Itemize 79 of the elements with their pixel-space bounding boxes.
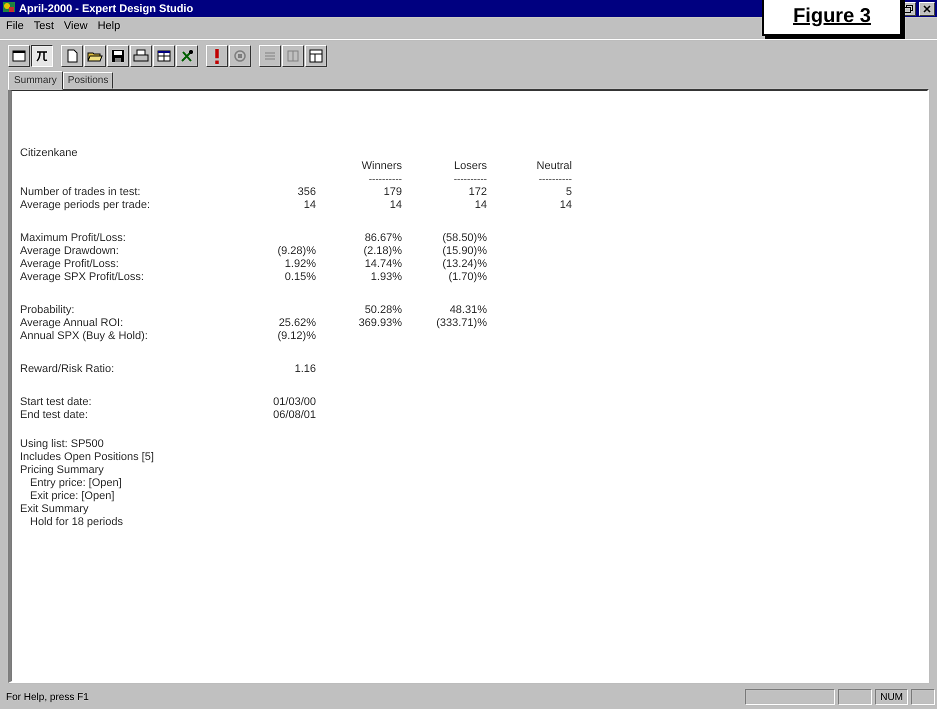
value-cell: 14 bbox=[390, 199, 402, 211]
row-label: Maximum Profit/Loss: bbox=[20, 232, 127, 245]
tools-icon bbox=[179, 48, 195, 64]
value-cell: 179 bbox=[384, 186, 402, 198]
status-indicator: NUM bbox=[875, 689, 908, 705]
value-cell: (9.12)% bbox=[277, 330, 316, 342]
note-line: Exit Summary bbox=[20, 503, 90, 516]
value-cell: (1.70)% bbox=[448, 271, 487, 283]
row-label: End test date: bbox=[20, 409, 89, 422]
row-label: Average Annual ROI: bbox=[20, 317, 124, 330]
grid-icon bbox=[285, 48, 301, 64]
value-cell: 369.93% bbox=[358, 317, 402, 329]
row-label: Number of trades in test: bbox=[20, 186, 142, 199]
window-panes-icon bbox=[156, 48, 172, 64]
note-line: Hold for 18 periods bbox=[29, 516, 124, 529]
tab[interactable]: Positions bbox=[62, 72, 114, 89]
value-cell: 172 bbox=[468, 186, 487, 198]
row-label: Average periods per trade: bbox=[20, 199, 152, 212]
value-cell: 1.93% bbox=[370, 271, 402, 283]
row-label: Annual SPX (Buy & Hold): bbox=[20, 330, 149, 343]
close-icon bbox=[923, 4, 931, 12]
value-cell: 1.92% bbox=[284, 258, 316, 270]
report-name: Citizenkane bbox=[20, 147, 78, 160]
window-icon bbox=[11, 48, 27, 64]
value-cell: 0.15% bbox=[284, 271, 316, 283]
note-line: Using list: SP500 bbox=[20, 438, 105, 451]
value-cell: 14 bbox=[474, 199, 487, 211]
window-title: April-2000 - Expert Design Studio bbox=[19, 2, 194, 14]
menu-item[interactable]: File bbox=[6, 20, 24, 34]
note-line: Exit price: [Open] bbox=[29, 490, 116, 503]
status-message: For Help, press F1 bbox=[5, 690, 90, 704]
column-heading: Winners bbox=[360, 160, 402, 173]
status-panel bbox=[911, 689, 935, 705]
value-cell: (333.71)% bbox=[436, 317, 487, 329]
value-cell: 356 bbox=[298, 186, 316, 198]
value-cell: 5 bbox=[566, 186, 572, 198]
value-cell: 86.67% bbox=[364, 232, 402, 244]
column-rule: ---------- bbox=[538, 174, 572, 185]
menu-item[interactable]: View bbox=[64, 20, 88, 34]
row-label: Reward/Risk Ratio: bbox=[20, 363, 116, 376]
value-cell: 48.31% bbox=[450, 304, 487, 316]
stop-icon bbox=[232, 48, 248, 64]
restore-icon bbox=[904, 4, 912, 12]
value-cell: 1.16 bbox=[294, 363, 316, 375]
note-line: Entry price: [Open] bbox=[29, 477, 123, 490]
layout-icon bbox=[308, 48, 324, 64]
value-cell: 14 bbox=[560, 199, 572, 211]
menu-item[interactable]: Test bbox=[34, 20, 54, 34]
value-cell: 25.62% bbox=[278, 317, 316, 329]
value-cell: (13.24)% bbox=[442, 258, 487, 270]
value-cell: 50.28% bbox=[364, 304, 402, 316]
figure-label: Figure 3 bbox=[762, 0, 902, 36]
note-line: Pricing Summary bbox=[20, 464, 105, 477]
value-cell: 01/03/00 bbox=[273, 396, 316, 408]
menu-item[interactable]: Help bbox=[98, 20, 120, 34]
row-label: Average SPX Profit/Loss: bbox=[20, 271, 145, 284]
value-cell: 14.74% bbox=[364, 258, 402, 270]
column-heading: Neutral bbox=[536, 160, 572, 173]
exclamation-icon bbox=[215, 48, 219, 64]
value-cell: (58.50)% bbox=[442, 232, 487, 244]
value-cell: (9.28)% bbox=[277, 245, 316, 257]
toolbar-button[interactable] bbox=[31, 45, 53, 67]
value-cell: 06/08/01 bbox=[273, 409, 316, 421]
printer-icon bbox=[133, 48, 149, 64]
close-button[interactable] bbox=[919, 2, 935, 16]
row-label: Average Drawdown: bbox=[20, 245, 120, 258]
value-cell: (15.90)% bbox=[442, 245, 487, 257]
row-label: Probability: bbox=[20, 304, 76, 317]
tab[interactable]: Summary bbox=[8, 71, 63, 90]
column-rule: ---------- bbox=[454, 174, 487, 185]
row-label: Start test date: bbox=[20, 396, 93, 409]
value-cell: 14 bbox=[304, 199, 316, 211]
status-panel bbox=[838, 689, 872, 705]
value-cell: (2.18)% bbox=[363, 245, 402, 257]
note-line: Includes Open Positions [5] bbox=[20, 451, 155, 464]
column-heading: Losers bbox=[452, 160, 487, 173]
app-icon bbox=[2, 0, 16, 14]
row-label: Average Profit/Loss: bbox=[20, 258, 120, 271]
column-rule: ---------- bbox=[368, 174, 402, 185]
